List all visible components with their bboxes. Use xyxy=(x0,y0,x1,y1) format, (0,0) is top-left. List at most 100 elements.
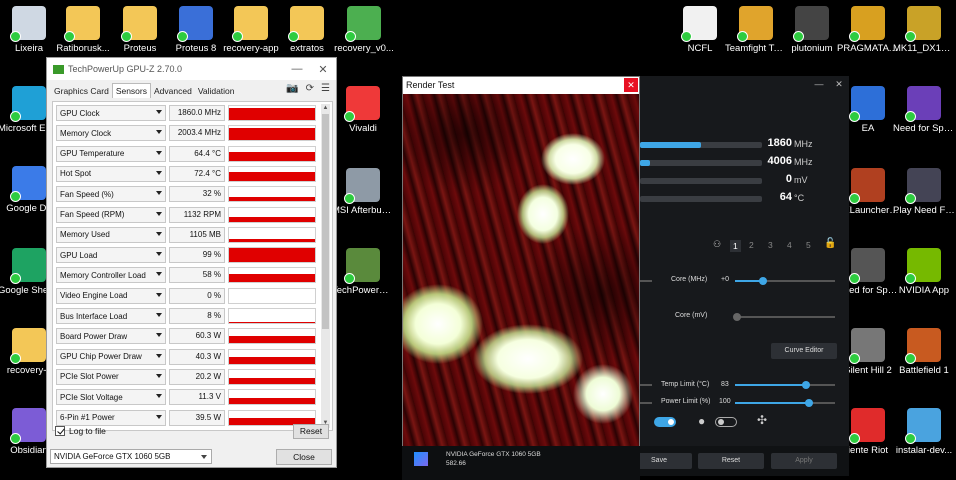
left-slider-stub-2[interactable] xyxy=(640,384,652,386)
desktop-icon[interactable]: instalar-dev... xyxy=(893,408,955,456)
desktop-icon-label: PRAGMATA [HV] xyxy=(837,43,899,54)
left-slider-stub[interactable] xyxy=(640,280,652,282)
profile-button[interactable]: 2 xyxy=(749,240,754,250)
desktop-icon-label: recovery_v0... xyxy=(334,43,394,54)
desktop-icon[interactable]: Vivaldi xyxy=(332,86,394,134)
sensor-name-dropdown[interactable]: 6-Pin #1 Power xyxy=(56,409,166,426)
desktop-icon[interactable]: plutonium xyxy=(781,6,843,54)
chevron-down-icon xyxy=(156,333,162,338)
close-icon[interactable]: ✕ xyxy=(624,78,638,92)
shortcut-badge-icon xyxy=(288,31,299,42)
desktop-icon[interactable]: Teamfight Tactics xyxy=(725,6,787,54)
left-slider-stub-3[interactable] xyxy=(640,402,652,404)
desktop-icon[interactable]: recovery_v0... xyxy=(333,6,395,54)
core-mv-slider[interactable] xyxy=(733,313,835,321)
minimize-icon[interactable]: — xyxy=(284,63,310,76)
log-to-file-checkbox[interactable] xyxy=(55,426,65,436)
sensor-row: Board Power Draw 60.3 W xyxy=(56,327,316,345)
xlauncher-icon xyxy=(849,168,885,204)
fan-icon[interactable]: ✣ xyxy=(757,413,767,427)
sensor-name-dropdown[interactable]: GPU Chip Power Draw xyxy=(56,348,166,365)
windows-logo-icon xyxy=(414,452,428,466)
log-to-file-row[interactable]: Log to file xyxy=(55,426,106,436)
unlock-icon[interactable]: 🔓 xyxy=(824,238,836,249)
sensor-value: 8 % xyxy=(169,308,225,324)
curve-editor-button[interactable]: Curve Editor xyxy=(771,343,837,359)
sensor-value: 32 % xyxy=(169,186,225,203)
power-limit-slider[interactable] xyxy=(735,399,835,407)
desktop-icon[interactable]: NVIDIA App xyxy=(893,248,955,296)
gpuz-titlebar: TechPowerUp GPU-Z 2.70.0 — ✕ xyxy=(47,58,336,80)
auto-toggle[interactable] xyxy=(654,417,676,427)
sensor-row: GPU Temperature 64.4 °C xyxy=(56,145,316,163)
sensor-name-dropdown[interactable]: PCIe Slot Power xyxy=(56,368,166,385)
sensor-row: 6-Pin #1 Power 39.5 W xyxy=(56,409,316,427)
desktop-icon[interactable]: NCFL xyxy=(669,6,731,54)
desktop-icon[interactable]: Lixeira xyxy=(0,6,60,54)
scroll-thumb[interactable] xyxy=(322,114,329,329)
afterburner-window: — ✕ 1860 MHz 4006 MHz 0 mV 64 °C ⚇ 12345 🔓 Core… xyxy=(626,76,849,476)
desktop-icon[interactable]: Proteus xyxy=(109,6,171,54)
user-toggle[interactable] xyxy=(715,417,737,427)
close-icon[interactable]: ✕ xyxy=(829,76,849,93)
core-mhz-slider[interactable] xyxy=(735,277,835,285)
render-test-window: Render Test ✕ xyxy=(402,76,640,447)
reset-button[interactable]: Reset xyxy=(698,453,764,469)
profile-button[interactable]: 3 xyxy=(768,240,773,250)
close-button[interactable]: Close xyxy=(276,449,332,465)
refresh-icon[interactable]: ⟳ xyxy=(306,83,314,94)
desktop-icon-label: recovery-app xyxy=(223,43,279,54)
sensor-name-dropdown[interactable]: GPU Temperature xyxy=(56,145,166,162)
desktop-icon[interactable]: Battlefield 1 xyxy=(893,328,955,376)
desktop-icon[interactable]: MK11_DX12 - Atalho xyxy=(893,6,955,54)
sensor-name-dropdown[interactable]: Fan Speed (RPM) xyxy=(56,206,166,223)
scroll-up-icon[interactable]: ▲ xyxy=(321,104,330,113)
tab-advanced[interactable]: Advanced xyxy=(151,84,195,98)
desktop: Lixeira Microsoft Edge Google Do Google She… xyxy=(0,0,956,480)
desktop-icon[interactable]: recovery-app xyxy=(220,6,282,54)
sensor-row: Memory Controller Load 58 % xyxy=(56,266,316,284)
desktop-icon[interactable]: Need for Speed™ Heat xyxy=(893,86,955,134)
gpu-select[interactable]: NVIDIA GeForce GTX 1060 5GB xyxy=(50,449,212,464)
sensor-name-dropdown[interactable]: Fan Speed (%) xyxy=(56,186,166,203)
desktop-icon[interactable]: Play Need For Speed™... xyxy=(893,168,955,216)
profile-button[interactable]: 1 xyxy=(730,240,741,252)
camera-icon[interactable]: 📷 xyxy=(286,83,298,94)
desktop-icon[interactable]: PRAGMATA [HV] xyxy=(837,6,899,54)
sensor-name-dropdown[interactable]: Bus Interface Load xyxy=(56,308,166,324)
temp-limit-slider[interactable] xyxy=(735,381,835,389)
sensor-name-dropdown[interactable]: Board Power Draw xyxy=(56,328,166,345)
desktop-icon[interactable]: Ratiborusk... xyxy=(52,6,114,54)
desktop-icon[interactable]: extratos xyxy=(276,6,338,54)
sensor-name-dropdown[interactable]: PCIe Slot Voltage xyxy=(56,389,166,406)
tab-graphics-card[interactable]: Graphics Card xyxy=(51,84,112,98)
close-icon[interactable]: ✕ xyxy=(310,63,336,76)
bluestacks-icon xyxy=(345,6,381,42)
chevron-down-icon xyxy=(156,292,162,297)
tab-sensors[interactable]: Sensors xyxy=(111,83,151,98)
desktop-icon[interactable]: Proteus 8 xyxy=(165,6,227,54)
sensor-name-dropdown[interactable]: Video Engine Load xyxy=(56,287,166,304)
profile-button[interactable]: 5 xyxy=(806,240,811,250)
profile-button[interactable]: 4 xyxy=(787,240,792,250)
desktop-icon[interactable]: MSI Afterburner xyxy=(332,168,394,216)
menu-icon[interactable]: ☰ xyxy=(321,83,330,94)
apply-button[interactable]: Apply xyxy=(771,453,837,469)
desktop-icon-label: Need for Speed™ Heat xyxy=(893,123,955,134)
sensor-row: Memory Used 1105 MB xyxy=(56,226,316,244)
reset-button[interactable]: Reset xyxy=(293,424,329,439)
minimize-icon[interactable]: — xyxy=(809,76,829,93)
lock-icon[interactable]: ⚇ xyxy=(713,239,721,250)
shortcut-badge-icon xyxy=(737,31,748,42)
desktop-icon[interactable]: TechPowerUp GPU-Z xyxy=(332,248,394,296)
sensor-name-dropdown[interactable]: Hot Spot xyxy=(56,165,166,182)
monitor-bar xyxy=(640,178,762,184)
sensor-scrollbar[interactable]: ▲ ▼ xyxy=(321,104,330,428)
sensor-name-dropdown[interactable]: Memory Used xyxy=(56,226,166,243)
tab-validation[interactable]: Validation xyxy=(195,84,238,98)
shortcut-badge-icon xyxy=(177,31,188,42)
sensor-name-dropdown[interactable]: Memory Clock xyxy=(56,125,166,142)
sensor-name-dropdown[interactable]: GPU Clock xyxy=(56,105,166,121)
sensor-name-dropdown[interactable]: Memory Controller Load xyxy=(56,267,166,284)
sensor-name-dropdown[interactable]: GPU Load xyxy=(56,247,166,264)
